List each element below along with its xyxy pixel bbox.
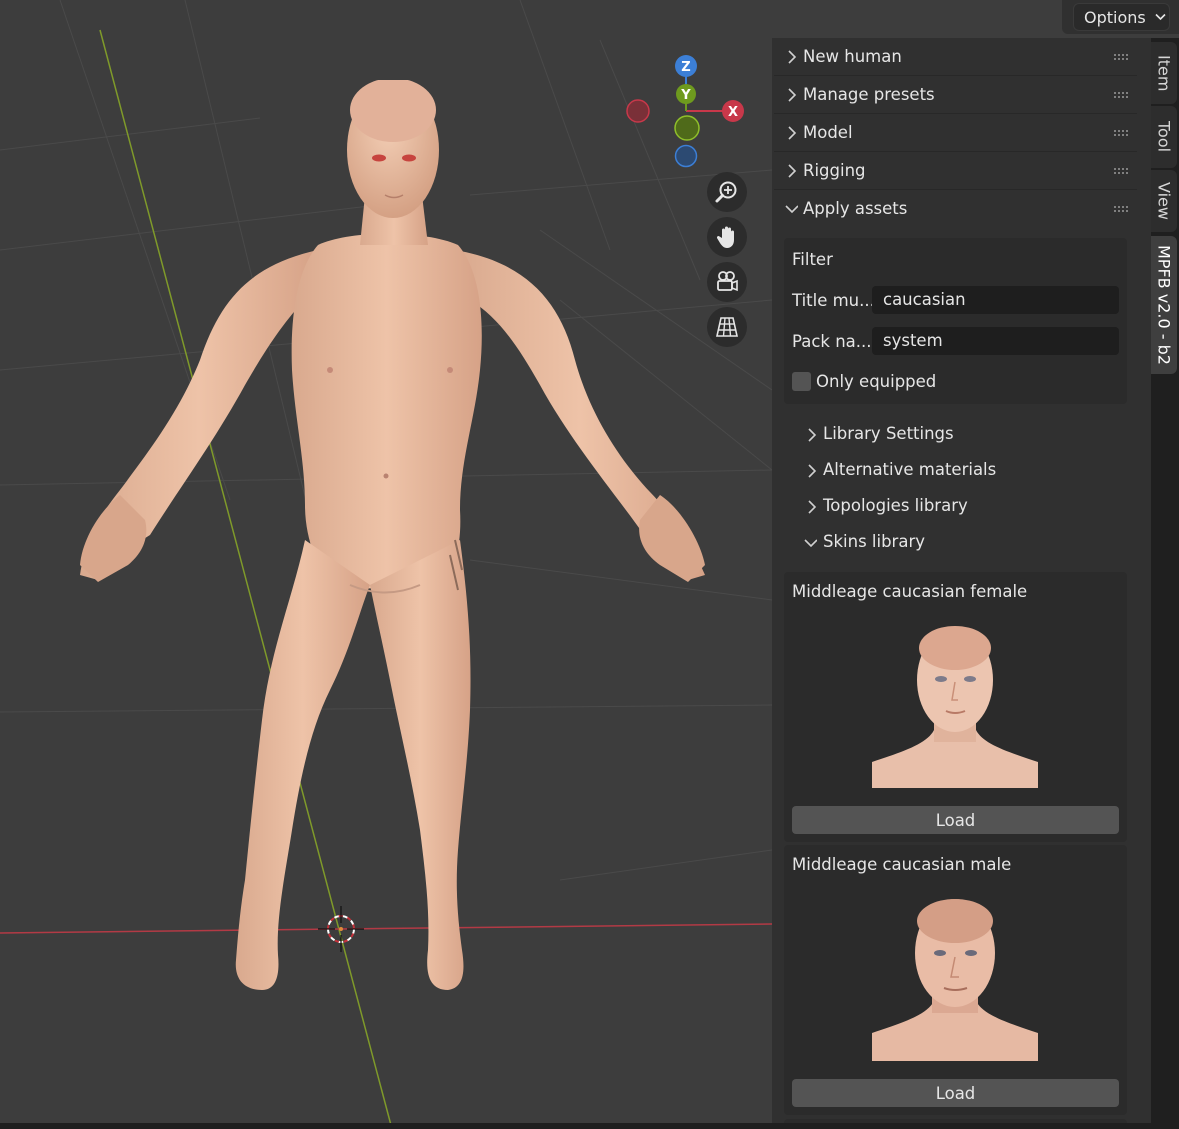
- panel-manage-presets[interactable]: Manage presets: [772, 77, 1139, 113]
- subpanel-label: Skins library: [823, 532, 925, 551]
- load-skin-button[interactable]: Load: [792, 1079, 1119, 1107]
- subpanel-alternative-materials[interactable]: Alternative materials: [802, 457, 1122, 485]
- subpanel-library-settings[interactable]: Library Settings: [802, 421, 1122, 449]
- load-skin-button[interactable]: Load: [792, 806, 1119, 834]
- panel-label: Rigging: [803, 161, 866, 180]
- 3d-cursor-icon: [318, 906, 364, 952]
- tab-label: MPFB v2.0 - b2: [1154, 245, 1174, 365]
- tab-label: View: [1154, 182, 1174, 220]
- chevron-down-icon: [1155, 13, 1166, 21]
- human-model[interactable]: [60, 80, 720, 1000]
- panel-model[interactable]: Model: [772, 115, 1139, 151]
- hand-pan-icon: [716, 226, 734, 248]
- chevron-right-icon: [808, 464, 817, 478]
- tab-tool[interactable]: Tool: [1151, 106, 1177, 168]
- skin-thumbnail[interactable]: [872, 612, 1038, 788]
- options-dropdown[interactable]: Options: [1073, 3, 1170, 31]
- title-filter-label: Title mu...: [792, 291, 875, 310]
- zoom-icon: [715, 181, 737, 203]
- svg-text:X: X: [728, 105, 738, 120]
- pan-button[interactable]: [707, 217, 747, 257]
- subpanel-label: Alternative materials: [823, 460, 997, 479]
- chevron-down-icon: [785, 205, 798, 214]
- only-equipped-checkbox[interactable]: [792, 372, 811, 391]
- panel-new-human[interactable]: New human: [772, 39, 1139, 75]
- status-bar: [0, 1123, 1179, 1129]
- panel-label: Model: [803, 123, 853, 142]
- tab-item[interactable]: Item: [1151, 42, 1177, 104]
- skin-card: Middleage caucasian female Load: [784, 572, 1127, 842]
- chevron-right-icon: [788, 164, 797, 178]
- filter-title: Filter: [792, 250, 833, 269]
- panel-label: Apply assets: [803, 199, 908, 218]
- tab-mpfb[interactable]: MPFB v2.0 - b2: [1151, 236, 1177, 374]
- subpanel-topologies-library[interactable]: Topologies library: [802, 493, 1122, 521]
- subpanel-skins-library[interactable]: Skins library: [802, 529, 1122, 557]
- drag-handle-icon[interactable]: [1113, 91, 1129, 99]
- tab-label: Item: [1154, 54, 1174, 92]
- pack-filter-input[interactable]: system: [872, 327, 1119, 355]
- skin-card: Middleage caucasian male Load: [784, 845, 1127, 1115]
- drag-handle-icon[interactable]: [1113, 167, 1129, 175]
- tab-view[interactable]: View: [1151, 170, 1177, 232]
- skin-thumbnail[interactable]: [872, 885, 1038, 1061]
- options-label: Options: [1084, 7, 1146, 27]
- chevron-right-icon: [788, 50, 797, 64]
- 3d-viewport[interactable]: Z Y X: [0, 0, 772, 1129]
- subpanel-label: Topologies library: [823, 496, 968, 515]
- sidebar-panel: New human Manage presets Model Rigging A…: [772, 38, 1139, 1129]
- chevron-right-icon: [808, 500, 817, 514]
- camera-view-button[interactable]: [707, 262, 747, 302]
- drag-handle-icon[interactable]: [1113, 129, 1129, 137]
- chevron-right-icon: [788, 126, 797, 140]
- neg-x-axis-icon: [626, 99, 650, 123]
- drag-handle-icon[interactable]: [1113, 205, 1129, 213]
- skin-title: Middleage caucasian male: [792, 855, 1012, 874]
- navigation-gizmo[interactable]: Z Y X: [618, 50, 758, 180]
- perspective-toggle-button[interactable]: [707, 307, 747, 347]
- svg-text:Y: Y: [680, 88, 691, 103]
- tab-strip-edge: [1139, 38, 1151, 1129]
- panel-label: New human: [803, 47, 902, 66]
- only-equipped-label: Only equipped: [816, 372, 937, 391]
- neg-y-axis-icon: [674, 115, 700, 141]
- drag-handle-icon[interactable]: [1113, 53, 1129, 61]
- skin-title: Middleage caucasian female: [792, 582, 1028, 601]
- divider: [774, 113, 1137, 114]
- panel-apply-assets[interactable]: Apply assets: [772, 191, 1139, 227]
- grid-perspective-icon: [716, 317, 738, 337]
- divider: [774, 189, 1137, 190]
- pack-filter-label: Pack na...: [792, 332, 872, 351]
- subpanel-label: Library Settings: [823, 424, 954, 443]
- svg-text:Z: Z: [681, 60, 690, 75]
- divider: [774, 151, 1137, 152]
- zoom-button[interactable]: [707, 172, 747, 212]
- title-filter-input[interactable]: caucasian: [872, 286, 1119, 314]
- panel-label: Manage presets: [803, 85, 935, 104]
- chevron-down-icon: [804, 539, 817, 548]
- chevron-right-icon: [808, 428, 817, 442]
- divider: [774, 75, 1137, 76]
- tab-label: Tool: [1154, 121, 1174, 153]
- camera-icon: [717, 271, 738, 292]
- chevron-right-icon: [788, 88, 797, 102]
- filter-box: Filter Title mu... caucasian Pack na... …: [784, 238, 1127, 404]
- panel-rigging[interactable]: Rigging: [772, 153, 1139, 189]
- neg-z-axis-icon: [674, 144, 698, 168]
